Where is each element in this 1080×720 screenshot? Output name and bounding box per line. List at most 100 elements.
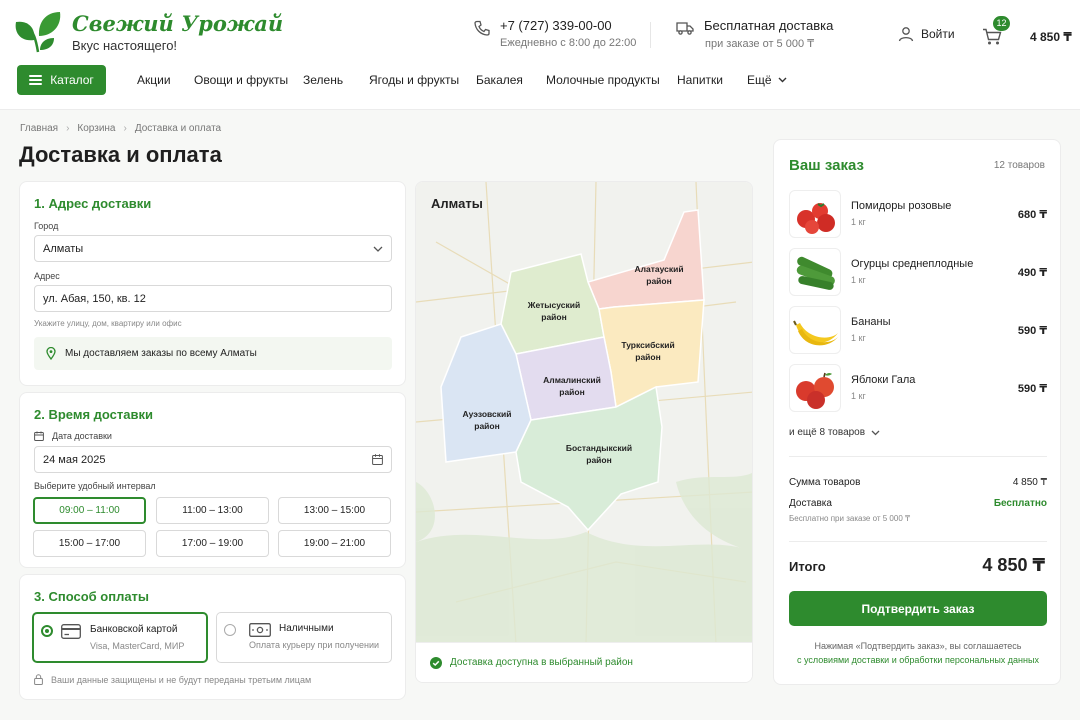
breadcrumb-separator-icon: › — [66, 123, 70, 134]
cash-subtitle: Оплата курьеру при получении — [249, 640, 380, 650]
truck-icon — [676, 22, 694, 35]
order-summary: Ваш заказ 12 товаров Помидоры розовые 1 … — [773, 139, 1061, 685]
breadcrumb-home[interactable]: Главная — [20, 123, 58, 134]
address-input[interactable]: ул. Абая, 150, кв. 12 — [34, 285, 392, 312]
leaf-logo-icon — [15, 12, 61, 53]
breadcrumb: Главная › Корзина › Доставка и оплата — [20, 123, 221, 134]
item-name: Помидоры розовые — [851, 200, 952, 212]
order-item[interactable]: Бананы 1 кг 590 ₸ — [789, 306, 1047, 356]
delivery-note: Бесплатно при заказе от 5 000 ₸ — [789, 514, 911, 523]
time-section-title: 2. Время доставки — [34, 407, 153, 422]
time-slot-11-13[interactable]: 11:00 – 13:00 — [156, 497, 269, 524]
item-qty: 1 кг — [851, 217, 866, 227]
nav-item-more[interactable]: Ещё — [747, 73, 787, 87]
city-label: Город — [34, 221, 59, 231]
breadcrumb-cart[interactable]: Корзина — [77, 123, 115, 134]
delivery-area-text: Мы доставляем заказы по всему Алматы — [65, 348, 257, 359]
subtotal-value: 4 850 ₸ — [1012, 477, 1047, 488]
city-value: Алматы — [43, 242, 84, 255]
radio-cash[interactable] — [224, 624, 236, 636]
nav-item-drinks[interactable]: Напитки — [677, 73, 723, 87]
header-divider — [650, 22, 651, 48]
login-button[interactable]: Войти — [898, 26, 955, 42]
delivery-label: Доставка — [789, 498, 832, 509]
subtotal-row: Сумма товаров 4 850 ₸ — [789, 477, 1047, 488]
calendar-icon — [34, 431, 44, 441]
item-price: 590 ₸ — [1017, 325, 1047, 337]
time-slot-13-15[interactable]: 13:00 – 15:00 — [278, 497, 391, 524]
menu-icon — [29, 75, 43, 85]
payment-section-title: 3. Способ оплаты — [34, 589, 150, 604]
payment-option-card[interactable]: Банковской картой Visa, MasterCard, МИР — [32, 612, 208, 663]
nav-item-greens[interactable]: Зелень — [303, 73, 343, 87]
chevron-down-icon — [778, 77, 787, 83]
date-label: Дата доставки — [52, 431, 112, 441]
site-header: Свежий Урожай Вкус настоящего! +7 (727) … — [0, 0, 1080, 110]
breadcrumb-current: Доставка и оплата — [134, 123, 222, 134]
item-price: 490 ₸ — [1017, 267, 1047, 279]
cart-count-badge: 12 — [993, 16, 1010, 31]
order-item-count: 12 товаров — [993, 160, 1045, 171]
breadcrumb-separator-icon: › — [123, 123, 127, 134]
nav-item-dairy[interactable]: Молочные продукты — [546, 73, 660, 87]
radio-card[interactable] — [41, 625, 53, 637]
brand-name: Свежий Урожай — [72, 10, 284, 36]
apple-image — [789, 364, 841, 412]
time-slot-17-19[interactable]: 17:00 – 19:00 — [156, 530, 269, 557]
date-value: 24 мая 2025 — [43, 453, 106, 466]
order-item[interactable]: Помидоры розовые 1 кг 680 ₸ — [789, 190, 1047, 240]
total-value: 4 850 ₸ — [982, 555, 1045, 575]
nav-item-vegetables[interactable]: Овощи и фрукты — [194, 73, 288, 87]
logo[interactable]: Свежий Урожай Вкус настоящего! — [14, 10, 283, 54]
show-more-items[interactable]: и ещё 8 товаров — [789, 427, 880, 438]
payment-option-cash[interactable]: Наличными Оплата курьеру при получении — [216, 612, 392, 663]
working-hours: Ежедневно с 8:00 до 22:00 — [500, 37, 637, 49]
banana-image — [789, 306, 841, 354]
order-title: Ваш заказ — [789, 157, 864, 174]
user-icon — [898, 27, 914, 42]
terms-link[interactable]: с условиями доставки и обработки персона… — [797, 655, 1039, 665]
date-input[interactable]: 24 мая 2025 — [34, 446, 392, 473]
delivery-subtitle: при заказе от 5 000 ₸ — [705, 38, 815, 50]
map-city-title: Алматы — [431, 196, 483, 211]
time-slot-15-17[interactable]: 15:00 – 17:00 — [33, 530, 146, 557]
address-value: ул. Абая, 150, кв. 12 — [43, 292, 146, 305]
time-slot-19-21[interactable]: 19:00 – 21:00 — [278, 530, 391, 557]
delivery-time-section: 2. Время доставки Дата доставки 24 мая 2… — [19, 392, 406, 568]
subtotal-label: Сумма товаров — [789, 477, 861, 488]
free-delivery-block: Бесплатная доставка при заказе от 5 000 … — [676, 18, 833, 50]
delivery-title: Бесплатная доставка — [704, 18, 834, 33]
phone-number: +7 (727) 339-00-00 — [500, 18, 612, 33]
confirm-order-button[interactable]: Подтвердить заказ — [789, 591, 1047, 626]
district-map[interactable]: Алатауский район Жетысуский район Турксибс… — [416, 182, 753, 644]
phone-block[interactable]: +7 (727) 339-00-00 Ежедневно с 8:00 до 2… — [474, 18, 636, 49]
address-section-title: 1. Адрес доставки — [34, 196, 152, 211]
nav-item-promo[interactable]: Акции — [137, 73, 171, 87]
phone-icon — [474, 20, 490, 36]
catalog-label: Каталог — [50, 73, 94, 87]
cash-title: Наличными — [279, 623, 334, 634]
catalog-button[interactable]: Каталог — [17, 65, 106, 95]
delivery-map[interactable]: Алматы Алатауский район Жетысуский район Т… — [415, 181, 753, 683]
nav-item-grocery[interactable]: Бакалея — [476, 73, 523, 87]
address-hint: Укажите улицу, дом, квартиру или офис — [34, 319, 182, 328]
city-select[interactable]: Алматы — [34, 235, 392, 262]
delivery-area-info: Мы доставляем заказы по всему Алматы — [34, 337, 392, 370]
cart-button[interactable]: 12 4 850 ₸ — [982, 16, 1072, 48]
order-item[interactable]: Яблоки Гала 1 кг 590 ₸ — [789, 364, 1047, 414]
nav-more-label: Ещё — [747, 73, 772, 87]
map-status-text: Доставка доступна в выбранный район — [450, 657, 633, 668]
tomato-image — [789, 190, 841, 238]
order-item[interactable]: Огурцы среднеплодные 1 кг 490 ₸ — [789, 248, 1047, 298]
time-slot-09-11[interactable]: 09:00 – 11:00 — [33, 497, 146, 524]
nav-item-berries[interactable]: Ягоды и фрукты — [369, 73, 459, 87]
calendar-icon[interactable] — [372, 454, 383, 465]
total-label: Итого — [789, 559, 826, 574]
security-text: Ваши данные защищены и не будут переданы… — [51, 674, 312, 685]
login-label: Войти — [921, 27, 955, 41]
address-label: Адрес — [34, 271, 60, 281]
item-price: 590 ₸ — [1017, 383, 1047, 395]
chevron-down-icon — [871, 430, 880, 435]
cucumber-image — [789, 248, 841, 296]
cash-icon — [249, 623, 271, 637]
